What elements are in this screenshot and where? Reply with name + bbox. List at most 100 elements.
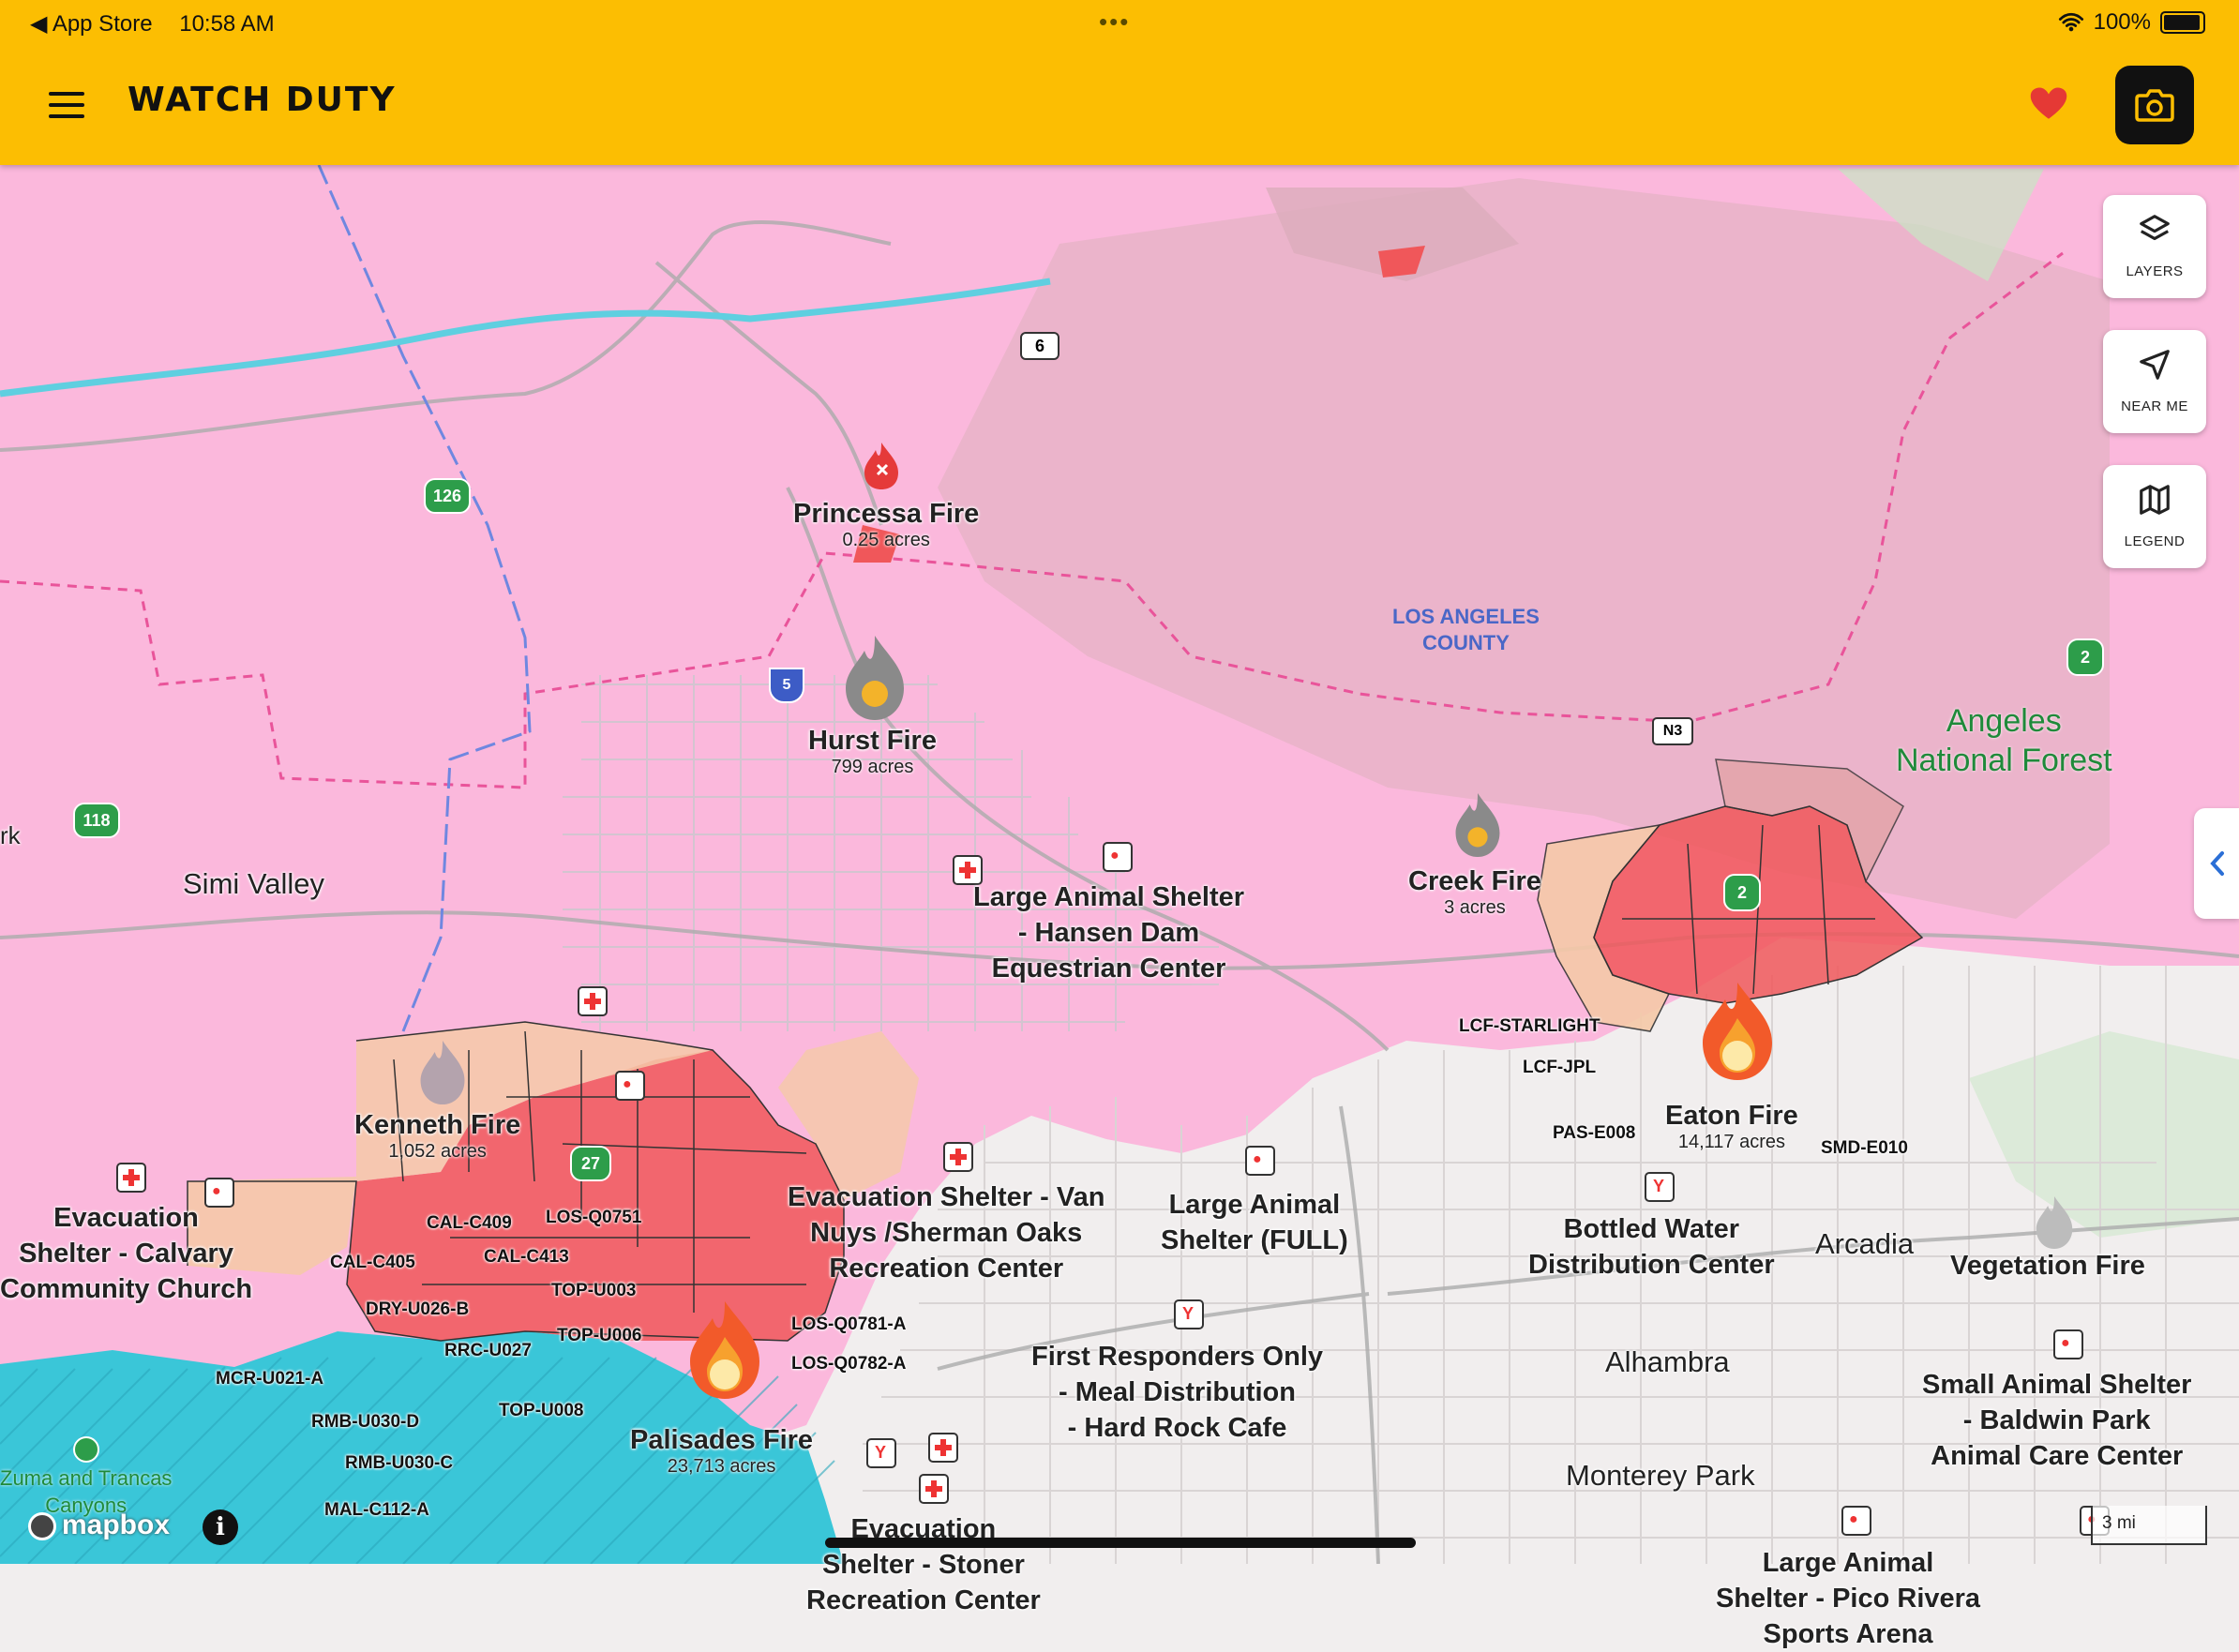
legend-button[interactable]: LEGEND — [2103, 465, 2206, 568]
fire-label-princessa[interactable]: Princessa Fire 0.25 acres — [793, 499, 979, 551]
medical-cross-icon[interactable] — [116, 1163, 146, 1193]
zone-label[interactable]: LOS-Q0751 — [546, 1208, 641, 1228]
medical-cross-icon[interactable] — [943, 1142, 973, 1172]
highway-shield: N3 — [1652, 717, 1693, 745]
zone-label[interactable]: CAL-C405 — [330, 1253, 415, 1273]
fire-label-creek[interactable]: Creek Fire 3 acres — [1408, 866, 1541, 919]
zone-label[interactable]: LCF-STARLIGHT — [1459, 1016, 1600, 1037]
zone-label[interactable]: RMB-U030-C — [345, 1453, 453, 1474]
highway-shield: 126 — [424, 478, 471, 514]
highway-shield: 6 — [1020, 332, 1059, 360]
fork-knife-icon[interactable]: Y — [1645, 1172, 1675, 1202]
poi-label[interactable]: Bottled Water Distribution Center — [1528, 1211, 1775, 1283]
navigation-arrow-icon — [2140, 350, 2170, 380]
fire-marker-icon[interactable] — [684, 1299, 765, 1401]
home-indicator[interactable] — [825, 1538, 1416, 1548]
poi-label[interactable]: Small Animal Shelter - Baldwin Park Animal… — [1922, 1367, 2191, 1474]
chevron-left-icon — [2210, 851, 2224, 876]
poi-label[interactable]: Evacuation Shelter - Stoner Recreation Cen… — [806, 1511, 1041, 1618]
app-header: ◀ App Store 10:58 AM ••• 100% WATCH DUTY — [0, 0, 2239, 165]
fire-label-hurst[interactable]: Hurst Fire 799 acres — [808, 726, 937, 778]
zone-label[interactable]: TOP-U006 — [557, 1326, 641, 1346]
city-label-alhambra: Alhambra — [1605, 1345, 1730, 1378]
multitasking-dots-icon[interactable]: ••• — [1099, 8, 1130, 37]
heart-icon[interactable] — [2029, 84, 2068, 124]
near-me-label: NEAR ME — [2121, 398, 2188, 414]
hamburger-menu-icon[interactable] — [49, 92, 84, 118]
fire-marker-icon[interactable] — [840, 634, 909, 722]
poi-label[interactable]: Evacuation Shelter - Calvary Community Chu… — [0, 1200, 252, 1307]
battery-icon — [2160, 11, 2205, 34]
medical-cross-icon[interactable] — [919, 1474, 949, 1504]
medical-cross-icon[interactable] — [578, 986, 608, 1016]
layers-icon — [2140, 215, 2170, 241]
zone-label[interactable]: RMB-U030-D — [311, 1412, 419, 1433]
fire-label-kenneth[interactable]: Kenneth Fire 1,052 acres — [354, 1110, 520, 1163]
city-label-simi-valley: Simi Valley — [183, 867, 325, 900]
fire-marker-icon[interactable] — [416, 1039, 469, 1106]
map-canvas[interactable]: 6 126 5 118 27 2 2 N3 LOS ANGELES COUNTY … — [0, 165, 2239, 1649]
attribution-info-button[interactable]: i — [203, 1509, 238, 1545]
park-label-angeles: Angeles National Forest — [1896, 703, 2112, 778]
highway-shield: 27 — [570, 1146, 611, 1181]
back-to-app-store[interactable]: ◀ App Store — [30, 11, 153, 37]
animal-paw-icon[interactable]: ● — [1841, 1506, 1871, 1536]
clock: 10:58 AM — [179, 11, 275, 37]
highway-shield: 2 — [1723, 874, 1761, 911]
fire-label-vegetation[interactable]: Vegetation Fire — [1950, 1251, 2145, 1282]
zone-label[interactable]: MAL-C112-A — [324, 1500, 429, 1521]
zone-label[interactable]: DRY-U026-B — [366, 1299, 469, 1320]
zone-label[interactable]: CAL-C409 — [427, 1213, 512, 1234]
interstate-shield: 5 — [769, 668, 804, 703]
zone-label[interactable]: MCR-U021-A — [216, 1369, 323, 1389]
zone-label[interactable]: LOS-Q0781-A — [791, 1314, 906, 1335]
zone-label[interactable]: CAL-C413 — [484, 1247, 569, 1268]
city-label-partial: rk — [0, 821, 21, 849]
poi-label[interactable]: Large Animal Shelter - Hansen Dam Equestri… — [973, 879, 1244, 986]
city-label-arcadia: Arcadia — [1815, 1227, 1915, 1260]
fire-marker-icon[interactable] — [1697, 981, 1778, 1082]
medical-cross-icon[interactable] — [928, 1433, 958, 1463]
poi-label[interactable]: Evacuation Shelter - Van Nuys /Sherman Oa… — [788, 1179, 1104, 1286]
near-me-button[interactable]: NEAR ME — [2103, 330, 2206, 433]
fire-label-eaton[interactable]: Eaton Fire 14,117 acres — [1665, 1101, 1798, 1153]
poi-label[interactable]: Large Animal Shelter (FULL) — [1161, 1187, 1348, 1258]
zone-label[interactable]: SMD-E010 — [1821, 1138, 1908, 1159]
fork-knife-icon[interactable]: Y — [1174, 1299, 1204, 1329]
zone-label[interactable]: LCF-JPL — [1523, 1058, 1596, 1078]
zone-label[interactable]: RRC-U027 — [444, 1341, 532, 1361]
fork-knife-icon[interactable]: Y — [866, 1438, 896, 1468]
highway-shield: 118 — [73, 803, 120, 838]
fire-marker-icon[interactable] — [1451, 791, 1504, 859]
animal-paw-icon[interactable]: ● — [615, 1071, 645, 1101]
fire-label-palisades[interactable]: Palisades Fire 23,713 acres — [630, 1425, 813, 1478]
legend-label: LEGEND — [2124, 533, 2186, 549]
highway-shield: 2 — [2066, 638, 2104, 676]
zone-label[interactable]: TOP-U003 — [551, 1281, 636, 1301]
animal-paw-icon[interactable]: ● — [1245, 1146, 1275, 1176]
scale-bar: 3 mi — [2091, 1506, 2207, 1545]
layers-button[interactable]: LAYERS — [2103, 195, 2206, 298]
battery-percentage: 100% — [2093, 9, 2151, 35]
wifi-icon — [2058, 12, 2083, 32]
zone-label[interactable]: TOP-U008 — [499, 1401, 583, 1421]
park-icon — [73, 1436, 99, 1463]
county-label: LOS ANGELES COUNTY — [1392, 605, 1540, 654]
poi-label[interactable]: Large Animal Shelter - Pico Rivera Sports … — [1716, 1545, 1980, 1652]
fire-marker-icon[interactable] — [861, 441, 902, 491]
app-title: WATCH DUTY — [128, 81, 397, 119]
camera-button[interactable] — [2115, 66, 2194, 144]
zone-label[interactable]: LOS-Q0782-A — [791, 1354, 906, 1374]
camera-icon — [2135, 89, 2174, 122]
animal-paw-icon[interactable]: ● — [1103, 842, 1133, 872]
map-icon — [2140, 485, 2170, 515]
city-label-monterey-park: Monterey Park — [1566, 1459, 1755, 1492]
layers-label: LAYERS — [2126, 263, 2184, 279]
animal-paw-icon[interactable]: ● — [2053, 1329, 2083, 1359]
mapbox-logo: mapbox — [28, 1509, 170, 1541]
poi-label[interactable]: First Responders Only - Meal Distribution… — [1031, 1339, 1323, 1446]
status-bar: ◀ App Store 10:58 AM ••• 100% — [0, 0, 2239, 47]
zone-label[interactable]: PAS-E008 — [1553, 1123, 1635, 1144]
fire-marker-icon[interactable] — [2033, 1194, 2076, 1251]
side-panel-toggle[interactable] — [2194, 808, 2239, 919]
